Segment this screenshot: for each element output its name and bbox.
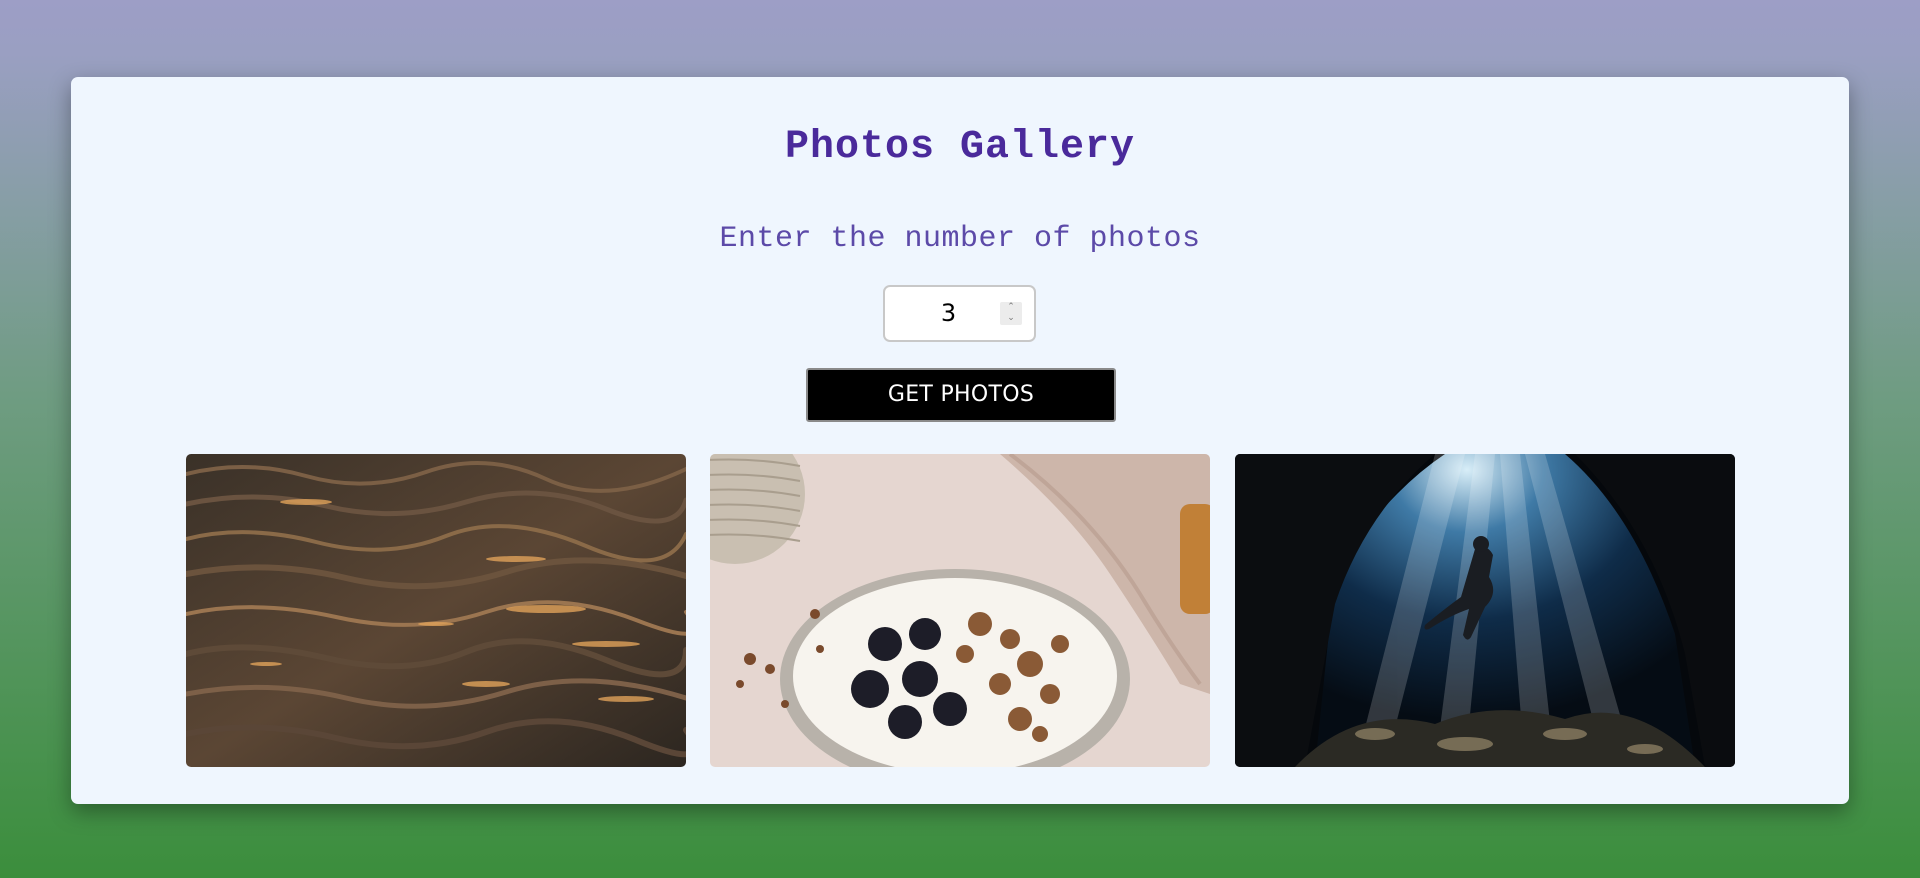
number-spinner[interactable]: ⌃ ⌄ (1000, 302, 1022, 325)
granola-bowl-photo (710, 454, 1210, 767)
gallery-photo-ocean[interactable] (186, 454, 686, 767)
gallery-card: Photos Gallery Enter the number of photo… (71, 77, 1849, 804)
gallery-photo-granola[interactable] (710, 454, 1210, 767)
photo-count-value[interactable]: 3 (885, 287, 1012, 340)
ocean-waves-photo (186, 454, 686, 767)
gallery-photo-underwater[interactable] (1235, 454, 1735, 767)
photo-count-input[interactable]: 3 ⌃ ⌄ (883, 285, 1036, 342)
chevron-down-icon[interactable]: ⌄ (1000, 313, 1022, 324)
page-title: Photos Gallery (784, 125, 1136, 170)
chevron-up-icon[interactable]: ⌃ (1000, 302, 1022, 313)
get-photos-button[interactable]: GET PHOTOS (806, 368, 1116, 422)
photo-count-label: Enter the number of photos (719, 222, 1201, 256)
underwater-cave-diver-photo (1235, 454, 1735, 767)
